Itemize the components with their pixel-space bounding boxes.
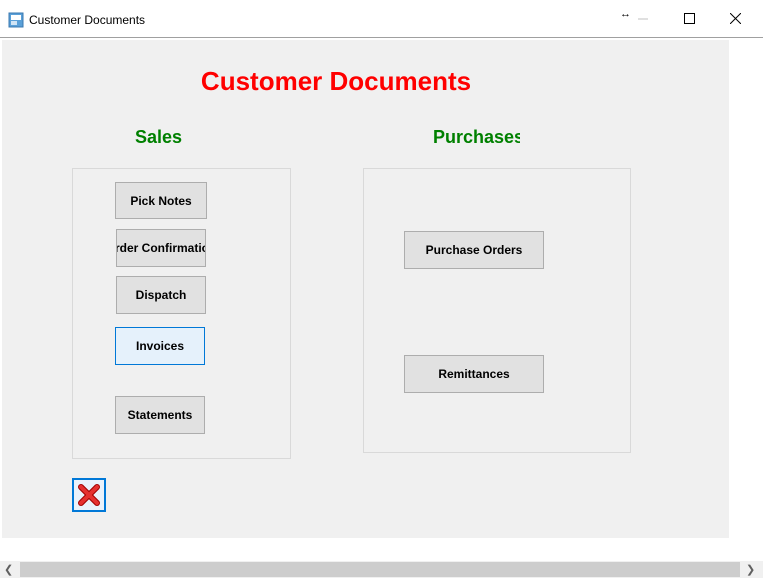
red-x-close-icon (78, 484, 100, 506)
page-title: Customer Documents (200, 66, 472, 96)
scroll-right-arrow-icon[interactable]: ❯ (746, 563, 755, 576)
invoices-button[interactable]: Invoices (115, 327, 205, 365)
horizontal-scrollbar[interactable]: ❮ ❯ (0, 561, 763, 578)
purchase-orders-button[interactable]: Purchase Orders (404, 231, 544, 269)
app-window-icon (8, 12, 24, 28)
close-window-button[interactable] (712, 0, 758, 37)
order-confirmation-button[interactable]: Order Confirmation (116, 229, 206, 267)
window-title: Customer Documents (29, 13, 146, 27)
maximize-icon (683, 13, 695, 24)
dispatch-button[interactable]: Dispatch (116, 276, 206, 314)
order-confirmation-label: Order Confirmation (117, 241, 205, 255)
exit-button[interactable] (72, 478, 106, 512)
minimize-icon (638, 18, 648, 19)
statements-button[interactable]: Statements (115, 396, 205, 434)
remittances-button[interactable]: Remittances (404, 355, 544, 393)
title-bar: Customer Documents ↔ (0, 0, 763, 38)
sales-heading: Sales (135, 127, 183, 147)
scroll-left-arrow-icon[interactable]: ❮ (4, 563, 13, 576)
pick-notes-button[interactable]: Pick Notes (115, 182, 207, 219)
close-icon (729, 13, 741, 24)
minimize-button[interactable] (620, 0, 666, 37)
purchases-heading: Purchases (433, 127, 520, 147)
scrollbar-thumb[interactable] (20, 562, 740, 577)
purchases-group-box (363, 168, 631, 453)
maximize-button[interactable] (666, 0, 712, 37)
